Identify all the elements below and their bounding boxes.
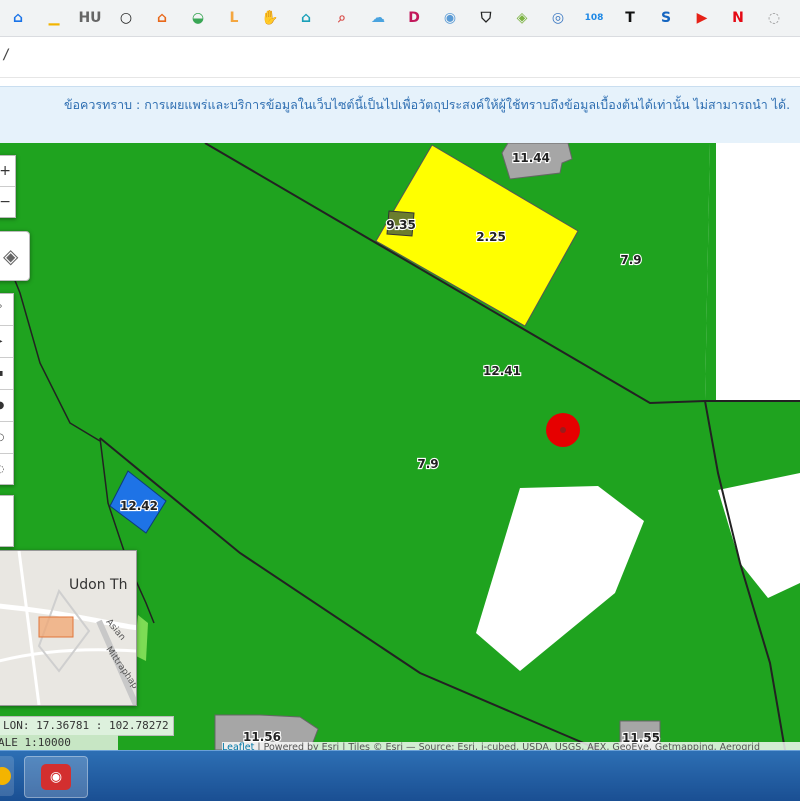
bookmark-item[interactable]: S <box>653 5 679 31</box>
draw-icon: ▸ <box>0 336 3 347</box>
taskbar-camera-button[interactable]: ◉ <box>24 756 88 798</box>
chat-icon: ○ <box>119 10 133 26</box>
youtube-icon: ▶ <box>696 10 708 26</box>
minimap-city-label: Udon Th <box>69 577 128 593</box>
parcel-label: 2.25 <box>476 230 506 244</box>
scale-readout: ALE 1:10000 <box>0 735 118 750</box>
leaflet-link[interactable]: Leaflet <box>222 742 254 750</box>
tool-icon: ° <box>0 304 3 315</box>
trash-icon: ◌ <box>0 464 4 475</box>
shield-icon: ⛉ <box>480 10 492 26</box>
zoom-out-button[interactable]: − <box>0 187 15 217</box>
d-logo-icon: D <box>408 10 420 26</box>
bookmark-item[interactable]: ◎ <box>545 5 571 31</box>
magnifier-icon: ⌕ <box>338 10 346 26</box>
bookmark-item[interactable]: ⛉ <box>473 5 499 31</box>
layers-icon: ◈ <box>3 244 19 268</box>
tool-button-6[interactable]: ◌ <box>0 454 13 485</box>
cloud-icon: ☁ <box>371 10 385 26</box>
bookmark-item[interactable]: ◒ <box>185 5 211 31</box>
home-icon: ⌂ <box>12 10 24 26</box>
location-marker-center <box>560 427 566 433</box>
bookmark-item[interactable]: 108 <box>581 5 607 31</box>
bookmarks-bar: ⌂ ▁ HU ○ ⌂ ◒ L ✋ ⌂ ⌕ ☁ D ◉ ⛉ ◈ ◎ 108 T S ▶ N ◌ <box>0 0 800 37</box>
parcel-label: 7.9 <box>417 457 438 471</box>
camera-icon: ◉ <box>41 764 71 790</box>
minimap[interactable]: Udon Th Asian Mittraphap <box>0 550 137 706</box>
bookmark-item[interactable]: ⌂ <box>5 5 31 31</box>
tool-button-3[interactable]: ▪ <box>0 358 13 390</box>
measure-control[interactable] <box>0 495 14 547</box>
hand-icon: ✋ <box>261 10 279 26</box>
chart-icon: ▁ <box>48 10 60 26</box>
tool-button-1[interactable]: ° <box>0 294 13 326</box>
extra-icon: ◌ <box>767 10 781 26</box>
circle-logo-icon: ◎ <box>551 10 565 26</box>
bookmark-item[interactable]: ▶ <box>689 5 715 31</box>
bookmark-item[interactable]: ◌ <box>761 5 787 31</box>
app-icon <box>0 767 11 785</box>
parcel-label: 7.9 <box>620 253 641 267</box>
bookmark-item[interactable]: ○ <box>113 5 139 31</box>
taskbar: ◉ <box>0 750 800 801</box>
notice-banner: ข้อควรทราบ : การเผยแพร่และบริการข้อมูลใน… <box>0 86 800 144</box>
layers-control[interactable]: ◈ <box>0 231 30 281</box>
parcel-label: 9.35 <box>386 218 416 232</box>
white-parcel-top-right <box>705 143 800 400</box>
attribution-text: | Powered by Esri | Tiles © Esri — Sourc… <box>254 742 760 750</box>
parcel-label: 11.44 <box>512 151 550 165</box>
car-icon: ◒ <box>191 10 205 26</box>
calendar-108-icon: 108 <box>584 13 604 23</box>
tool-button-5[interactable]: ◐ <box>0 422 13 454</box>
tool-button-4[interactable]: ● <box>0 390 13 422</box>
house-icon: ⌂ <box>156 10 168 26</box>
bookmark-item[interactable]: ⌕ <box>329 5 355 31</box>
coordinate-readout: LON: 17.36781 : 102.78272 <box>0 716 174 736</box>
tools-control: ° ▸ ▪ ● ◐ ◌ <box>0 293 14 485</box>
address-text[interactable]: / <box>2 47 10 63</box>
house-outline-icon: ⌂ <box>300 10 312 26</box>
address-bar[interactable]: / <box>0 37 800 78</box>
t-logo-icon: T <box>625 10 635 26</box>
bookmark-item[interactable]: N <box>725 5 751 31</box>
bookmark-item[interactable]: ✋ <box>257 5 283 31</box>
map-pin-icon: ◈ <box>516 10 528 26</box>
taskbar-app-button[interactable] <box>0 756 14 796</box>
netflix-icon: N <box>732 10 744 26</box>
bookmark-item[interactable]: ▁ <box>41 5 67 31</box>
bookmark-item[interactable]: ◉ <box>437 5 463 31</box>
bookmark-item[interactable]: ◈ <box>509 5 535 31</box>
circle-icon: ● <box>0 400 4 411</box>
globe-home-icon: ◉ <box>443 10 457 26</box>
zoom-control: + − <box>0 155 16 218</box>
bookmark-item[interactable]: ⌂ <box>149 5 175 31</box>
zoom-in-button[interactable]: + <box>0 156 15 187</box>
bookmark-item[interactable]: D <box>401 5 427 31</box>
tool-button-2[interactable]: ▸ <box>0 326 13 358</box>
bookmark-item[interactable]: HU <box>77 5 103 31</box>
map-view[interactable]: 11.44 9.35 2.25 7.9 12.41 7.9 12.42 11.5… <box>0 143 800 750</box>
hu-logo-icon: HU <box>78 10 102 26</box>
rectangle-icon: ▪ <box>0 368 3 379</box>
map-attribution: Leaflet | Powered by Esri | Tiles © Esri… <box>222 742 800 750</box>
living-logo-icon: L <box>229 10 239 26</box>
notice-text: ข้อควรทราบ : การเผยแพร่และบริการข้อมูลใน… <box>64 97 791 112</box>
bookmark-item[interactable]: ⌂ <box>293 5 319 31</box>
parcel-label: 12.41 <box>483 364 521 378</box>
parcel-label: 12.42 <box>120 499 158 513</box>
s-logo-icon: S <box>660 10 672 26</box>
bookmark-item[interactable]: ☁ <box>365 5 391 31</box>
bookmark-item[interactable]: L <box>221 5 247 31</box>
bookmark-item[interactable]: T <box>617 5 643 31</box>
marker-icon: ◐ <box>0 432 4 443</box>
